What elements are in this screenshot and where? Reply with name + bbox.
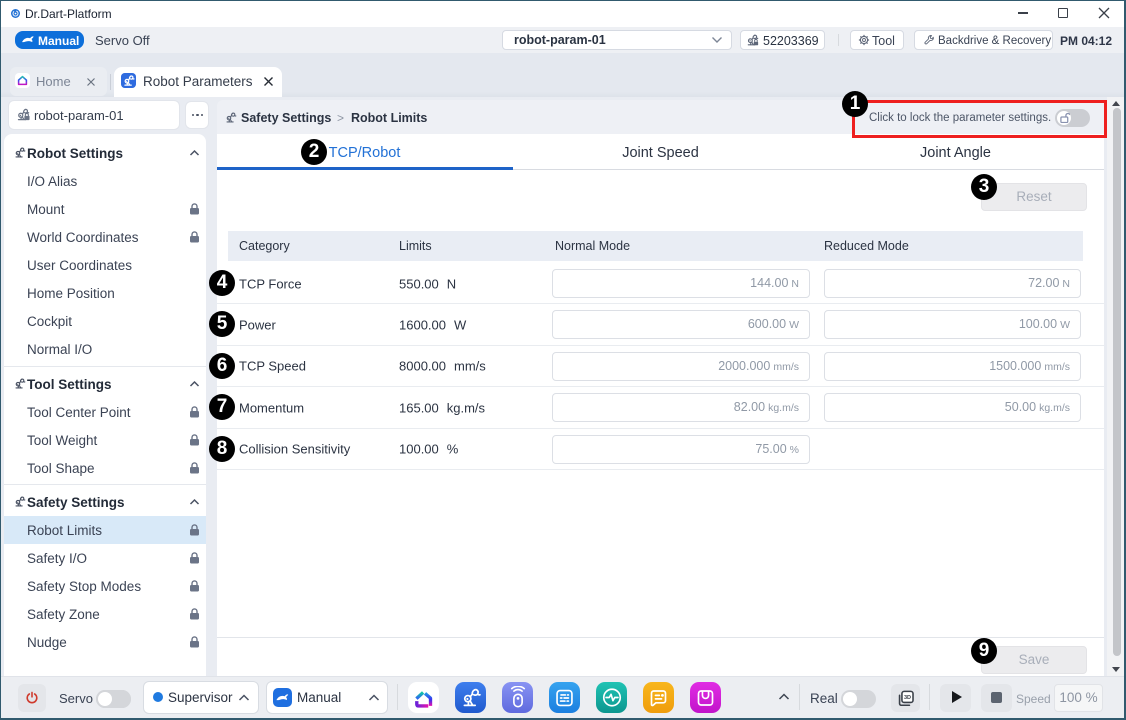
svg-text:3D: 3D (904, 695, 911, 701)
